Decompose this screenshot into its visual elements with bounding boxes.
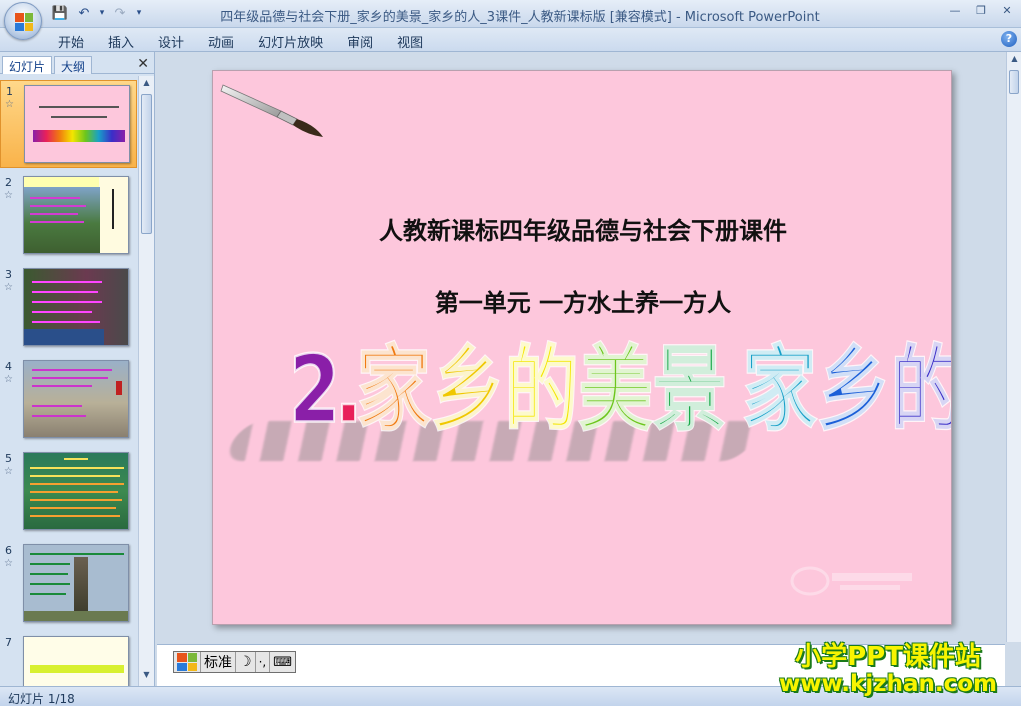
restore-icon[interactable]: ❐ (973, 4, 989, 18)
office-button[interactable] (4, 2, 42, 40)
tab-design[interactable]: 设计 (146, 31, 196, 52)
tab-insert[interactable]: 插入 (96, 31, 146, 52)
slide-main-title[interactable]: 2.家乡的美景 家乡的人 (288, 343, 951, 438)
title-char: 乡 (816, 336, 892, 444)
animation-star-icon: ☆ (5, 99, 14, 110)
title-char: 乡 (430, 336, 506, 444)
scrollbar-thumb[interactable] (141, 94, 152, 234)
tab-view[interactable]: 视图 (385, 31, 435, 52)
close-panel-icon[interactable]: ✕ (137, 56, 149, 72)
title-char: 的 (890, 343, 951, 438)
animation-star-icon: ☆ (4, 558, 13, 569)
title-char: 的 (504, 336, 580, 444)
tab-review[interactable]: 审阅 (335, 31, 385, 52)
undo-icon[interactable]: ↶ (74, 4, 94, 22)
slide-number: 4 (5, 360, 12, 373)
slide-thumbnail-3[interactable]: 3 ☆ (0, 264, 137, 352)
slide-counter: 幻灯片 1/18 (8, 692, 75, 706)
tab-slide-show[interactable]: 幻灯片放映 (246, 31, 335, 52)
slide-number: 6 (5, 544, 12, 557)
slide-thumbnail-4[interactable]: 4 ☆ (0, 356, 137, 444)
slide-scrollbar[interactable]: ▲ (1006, 52, 1021, 642)
scroll-down-icon[interactable]: ▼ (141, 670, 152, 682)
close-icon[interactable]: ✕ (999, 4, 1015, 18)
slide-thumbnail-image (23, 452, 129, 530)
paintbrush-icon (220, 84, 323, 137)
title-char: 美 (578, 336, 654, 444)
slide-thumbnail-2[interactable]: 2 ☆ (0, 172, 137, 260)
slide-thumbnail-5[interactable]: 5 ☆ (0, 448, 137, 536)
slides-panel: 幻灯片 大纲 ✕ 1 ☆ 2 ☆ 3 ☆ 4 ☆ 5 ☆ 6 ☆ 7 ▲ ▼ (0, 52, 155, 686)
slide-thumbnail-7[interactable]: 7 (0, 632, 137, 686)
slide-thumbnail-1[interactable]: 1 ☆ (0, 80, 137, 168)
tab-home[interactable]: 开始 (46, 31, 96, 52)
slide-thumbnail-image (23, 360, 129, 438)
tab-animations[interactable]: 动画 (196, 31, 246, 52)
title-char: 家 (356, 336, 432, 444)
slide-thumbnail-list[interactable]: 1 ☆ 2 ☆ 3 ☆ 4 ☆ 5 ☆ 6 ☆ 7 (0, 76, 137, 686)
window-title: 四年级品德与社会下册_家乡的美景_家乡的人_3课件_人教新课标版 [兼容模式] … (220, 10, 820, 25)
ime-mode-label[interactable]: 标准 (201, 652, 236, 672)
quick-access-toolbar: 💾 ↶ ▾ ↷ ▾ (50, 4, 144, 22)
slide-thumbnail-image (23, 544, 129, 622)
help-icon[interactable]: ? (1001, 31, 1017, 47)
slide-thumbnail-6[interactable]: 6 ☆ (0, 540, 137, 628)
slide-number: 3 (5, 268, 12, 281)
save-icon[interactable]: 💾 (50, 4, 70, 22)
dropdown-arrow-icon[interactable]: ▾ (98, 4, 106, 22)
watermark-logo (790, 566, 912, 596)
slide-subtitle-course[interactable]: 人教新课标四年级品德与社会下册课件 (213, 211, 951, 246)
site-brand-watermark: 小学PPT课件站 www.kjzhan.com (779, 636, 997, 697)
office-logo-icon (15, 13, 33, 31)
current-slide[interactable]: 人教新课标四年级品德与社会下册课件 第一单元 一方水土养一方人 2.家乡的美景 … (212, 70, 952, 625)
slide-number: 7 (5, 636, 12, 649)
scrollbar-thumb[interactable] (1009, 70, 1019, 94)
ribbon: 开始 插入 设计 动画 幻灯片放映 审阅 视图 ? (0, 28, 1021, 52)
slide-editing-area: 人教新课标四年级品德与社会下册课件 第一单元 一方水土养一方人 2.家乡的美景 … (157, 52, 1005, 642)
slide-thumbnail-image (23, 268, 129, 346)
ime-punctuation-icon[interactable]: ·, (256, 652, 271, 672)
ribbon-tabs: 开始 插入 设计 动画 幻灯片放映 审阅 视图 (46, 31, 435, 52)
slide-thumbnail-image (24, 85, 130, 163)
panel-tabs: 幻灯片 大纲 ✕ (0, 54, 155, 74)
slide-number: 5 (5, 452, 12, 465)
tab-outline[interactable]: 大纲 (54, 56, 93, 74)
slide-thumbnail-image (23, 636, 129, 686)
minimize-icon[interactable]: — (947, 4, 963, 18)
customize-toolbar-icon[interactable]: ▾ (134, 4, 144, 22)
slides-panel-scrollbar[interactable]: ▲ ▼ (138, 76, 154, 686)
slide-thumbnail-image (23, 176, 129, 254)
ime-toolbar[interactable]: 标准 ☽ ·, ⌨ (173, 651, 296, 673)
animation-star-icon: ☆ (4, 466, 13, 477)
slide-number: 2 (5, 176, 12, 189)
slide-subtitle-unit[interactable]: 第一单元 一方水土养一方人 (213, 283, 951, 318)
tab-slides[interactable]: 幻灯片 (2, 56, 53, 74)
title-char (727, 344, 743, 437)
ime-keyboard-icon[interactable]: ⌨ (270, 652, 295, 672)
window-controls: — ❐ ✕ (947, 4, 1015, 18)
ime-halfwidth-icon[interactable]: ☽ (236, 652, 256, 672)
title-char: 2 (288, 336, 341, 444)
redo-icon[interactable]: ↷ (110, 4, 130, 22)
scroll-up-icon[interactable]: ▲ (1009, 54, 1020, 66)
scroll-up-icon[interactable]: ▲ (141, 78, 152, 90)
brand-url: www.kjzhan.com (779, 671, 997, 697)
slide-number: 1 (6, 85, 13, 98)
animation-star-icon: ☆ (4, 374, 13, 385)
animation-star-icon: ☆ (4, 282, 13, 293)
brand-name: 小学PPT课件站 (795, 642, 981, 672)
title-char: 景 (652, 336, 728, 444)
title-char: 家 (742, 336, 818, 444)
title-bar: 💾 ↶ ▾ ↷ ▾ 四年级品德与社会下册_家乡的美景_家乡的人_3课件_人教新课… (0, 0, 1021, 40)
ime-logo-icon[interactable] (174, 652, 201, 672)
animation-star-icon: ☆ (4, 190, 13, 201)
